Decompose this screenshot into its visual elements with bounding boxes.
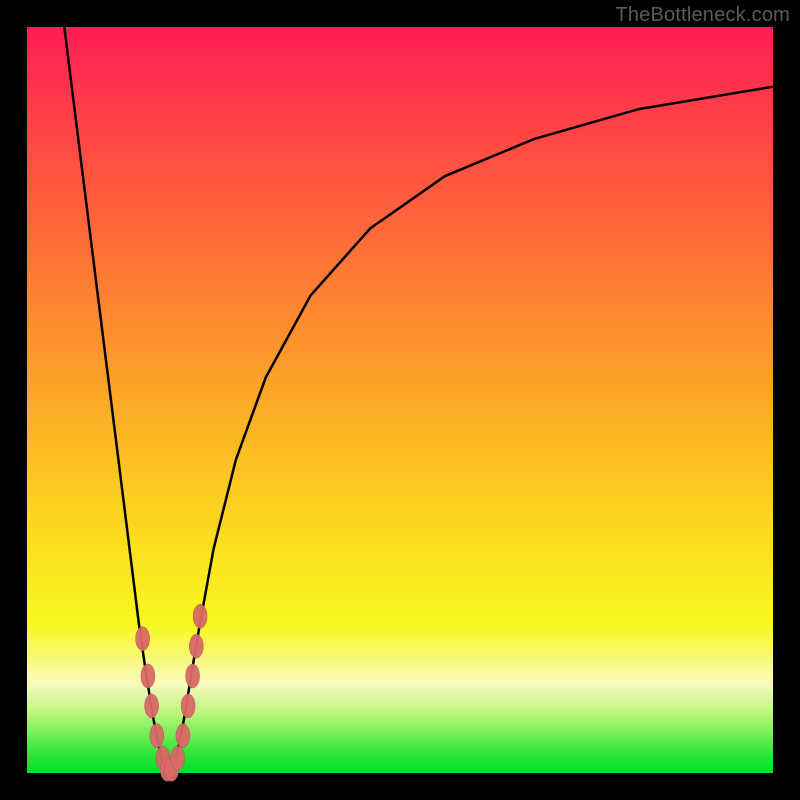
data-point	[136, 627, 150, 651]
data-point	[186, 664, 200, 688]
curve-path	[64, 27, 773, 773]
watermark-text: TheBottleneck.com	[615, 4, 790, 27]
data-point	[189, 634, 203, 658]
chart-frame: TheBottleneck.com	[0, 0, 800, 800]
bottleneck-curve	[64, 27, 773, 773]
data-point	[176, 724, 190, 748]
data-point	[181, 694, 195, 718]
data-point	[193, 604, 207, 628]
data-point	[171, 746, 185, 770]
data-point	[150, 724, 164, 748]
chart-svg	[27, 27, 773, 773]
data-point	[145, 694, 159, 718]
data-point-markers	[136, 604, 208, 781]
data-point	[141, 664, 155, 688]
